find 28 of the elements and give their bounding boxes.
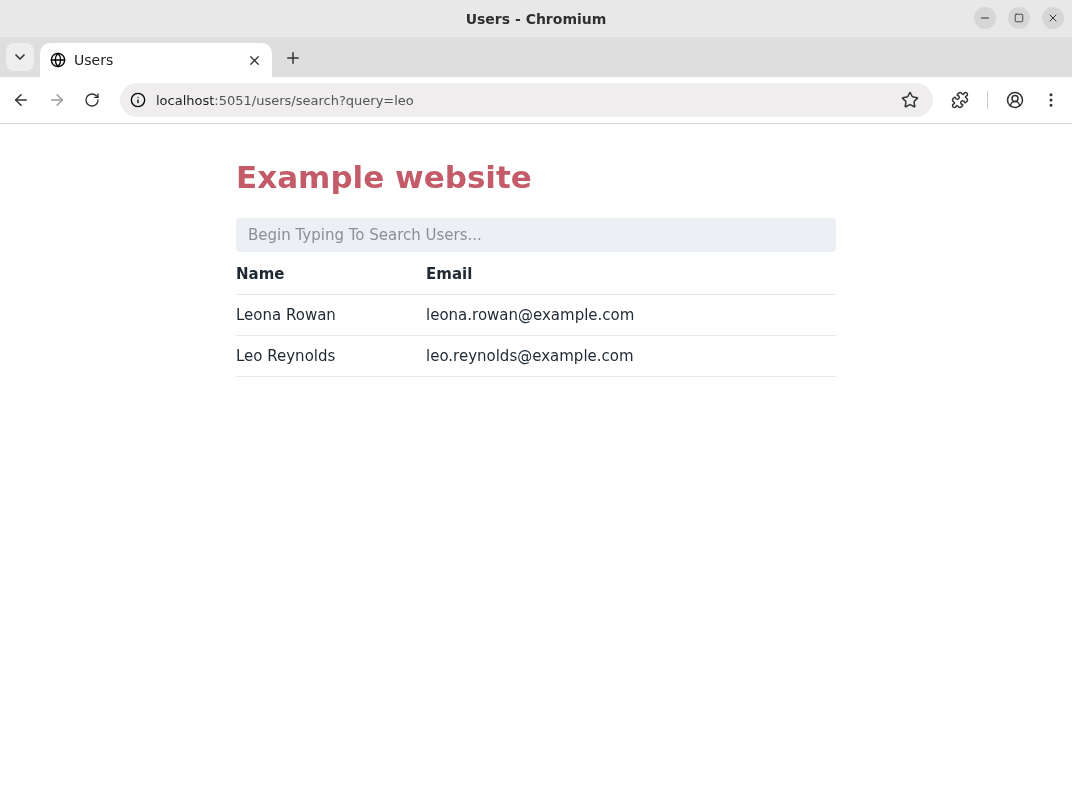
new-tab-button[interactable] [284, 49, 302, 67]
close-button[interactable] [1042, 7, 1064, 29]
search-field[interactable]: Begin Typing To Search Users... [236, 218, 836, 252]
column-header: Name [236, 265, 285, 283]
table-cell: Leona Rowan [236, 306, 336, 324]
extensions-icon[interactable] [951, 91, 969, 109]
maximize-button[interactable] [1008, 7, 1030, 29]
address-bar[interactable]: localhost:5051/users/search?query=leo [120, 83, 933, 117]
minimize-button[interactable] [974, 7, 996, 29]
site-heading: Example website [236, 160, 533, 194]
close-icon [1047, 12, 1059, 24]
maximize-icon [1014, 13, 1024, 23]
table-cell: Leo Reynolds [236, 347, 336, 365]
info-icon[interactable] [130, 92, 146, 108]
forward-button[interactable] [48, 91, 66, 109]
url-text: localhost:5051/users/search?query=leo [156, 92, 415, 108]
table-cell: leo.reynolds@example.com [426, 347, 634, 365]
column-header: Email [426, 265, 473, 283]
tab-search-button[interactable] [6, 43, 34, 71]
reload-button[interactable] [84, 92, 100, 108]
browser-tab[interactable]: Users [40, 43, 272, 77]
globe-icon [50, 52, 66, 68]
profile-icon[interactable] [1006, 91, 1024, 109]
back-button[interactable] [12, 91, 30, 109]
table-cell: leona.rowan@example.com [426, 306, 635, 324]
tab-title: Users [74, 52, 115, 68]
bookmark-star-icon[interactable] [901, 91, 919, 109]
window-title: Users - Chromium [465, 10, 607, 27]
